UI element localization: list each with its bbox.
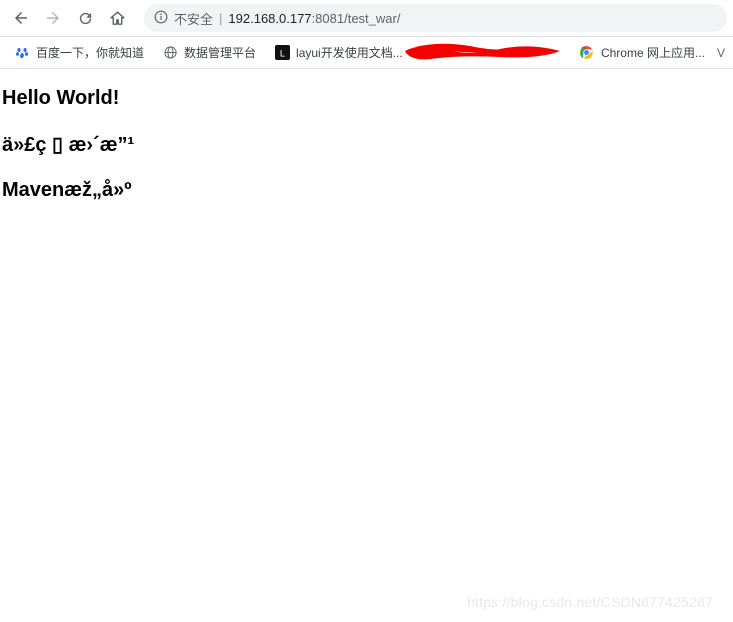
watermark: https://blog.csdn.net/CSDN877425287 xyxy=(467,594,713,610)
heading-garbled-2: Mavenæž„å»º xyxy=(2,179,731,202)
chrome-store-icon xyxy=(579,45,595,61)
globe-icon xyxy=(162,45,178,61)
redaction-scribble xyxy=(400,41,570,65)
bookmark-truncated: V xyxy=(717,46,725,60)
svg-text:L: L xyxy=(279,48,284,58)
url-text: 192.168.0.177:8081/test_war/ xyxy=(228,11,400,26)
home-button[interactable] xyxy=(102,4,132,32)
heading-hello: Hello World! xyxy=(2,87,731,110)
bookmark-label: Chrome 网上应用... xyxy=(601,44,705,61)
browser-toolbar: 不安全 | 192.168.0.177:8081/test_war/ xyxy=(0,0,733,37)
bookmark-label: layui开发使用文档... xyxy=(296,44,403,61)
page-content: Hello World! ä»£ç ▯ æ›´æ”¹ Mavenæž„å»º xyxy=(0,69,733,242)
bookmark-bar: 百度一下，你就知道 数据管理平台 L layui开发使用文档... Chrome… xyxy=(0,37,733,69)
baidu-icon xyxy=(14,45,30,61)
bookmark-data-platform[interactable]: 数据管理平台 xyxy=(156,40,262,65)
forward-button[interactable] xyxy=(38,4,68,32)
bookmark-layui[interactable]: L layui开发使用文档... xyxy=(268,40,409,65)
info-icon xyxy=(154,10,168,27)
address-bar[interactable]: 不安全 | 192.168.0.177:8081/test_war/ xyxy=(144,4,727,32)
layui-icon: L xyxy=(274,45,290,61)
heading-garbled-1: ä»£ç ▯ æ›´æ”¹ xyxy=(2,132,731,157)
insecure-label: 不安全 xyxy=(174,9,213,28)
bookmark-label: 百度一下，你就知道 xyxy=(36,44,144,61)
reload-button[interactable] xyxy=(70,4,100,32)
bookmark-baidu[interactable]: 百度一下，你就知道 xyxy=(8,40,150,65)
back-button[interactable] xyxy=(6,4,36,32)
bookmark-chrome-store[interactable]: Chrome 网上应用... xyxy=(573,40,711,65)
bookmark-label: 数据管理平台 xyxy=(184,44,256,61)
separator: | xyxy=(219,11,222,26)
